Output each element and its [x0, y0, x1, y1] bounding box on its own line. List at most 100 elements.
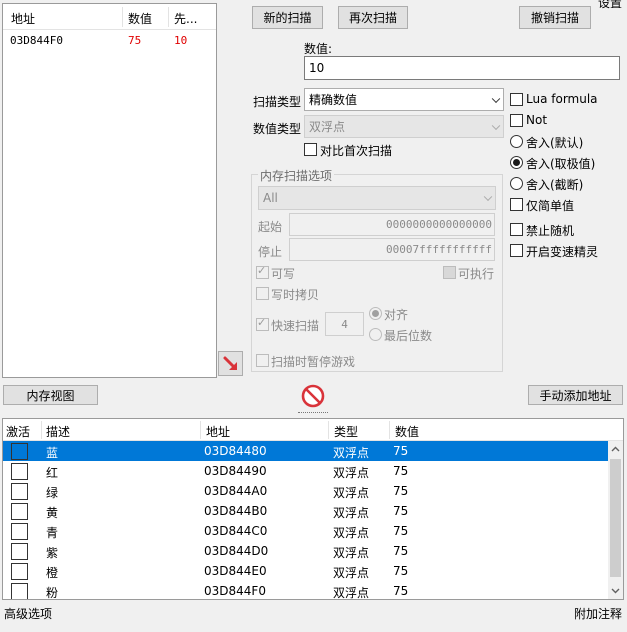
- row-description: 橙: [46, 566, 59, 580]
- scroll-thumb[interactable]: [610, 459, 621, 577]
- row-value: 75: [393, 504, 409, 518]
- row-address: 03D844D0: [204, 544, 269, 558]
- next-scan-button[interactable]: 再次扫描: [338, 6, 408, 29]
- round-truncate-label: 舍入(截断): [526, 178, 584, 192]
- executable-checkbox[interactable]: [443, 266, 456, 279]
- chevron-down-icon: [491, 121, 501, 130]
- table-row[interactable]: 粉 03D844F0 双浮点 75: [3, 581, 608, 600]
- table-row[interactable]: 紫 03D844D0 双浮点 75: [3, 541, 608, 561]
- header-value[interactable]: 数值: [128, 10, 152, 27]
- compare-first-checkbox[interactable]: [304, 143, 317, 156]
- new-scan-button[interactable]: 新的扫描: [252, 6, 323, 29]
- table-row[interactable]: 绿 03D844A0 双浮点 75: [3, 481, 608, 501]
- table-row[interactable]: 红 03D84490 双浮点 75: [3, 461, 608, 481]
- active-checkbox[interactable]: [11, 523, 28, 540]
- fast-scan-input[interactable]: 4: [325, 312, 364, 336]
- row-description: 黄: [46, 506, 59, 520]
- row-address: 03D844C0: [204, 524, 268, 538]
- speed-hack-checkbox[interactable]: [510, 244, 523, 257]
- start-label: 起始: [258, 220, 283, 234]
- table-row[interactable]: 蓝 03D84480 双浮点 75: [3, 441, 608, 461]
- row-type: 双浮点: [333, 526, 370, 540]
- memory-region-value: All: [263, 191, 278, 205]
- scroll-up-button[interactable]: [608, 441, 623, 457]
- row-type: 双浮点: [333, 486, 370, 500]
- fast-scan-checkbox[interactable]: [256, 316, 269, 331]
- simple-value-checkbox[interactable]: [510, 198, 523, 211]
- header-type[interactable]: 类型: [334, 423, 358, 440]
- stop-address-input[interactable]: 00007fffffffffff: [289, 238, 495, 261]
- scroll-down-button[interactable]: [608, 583, 623, 599]
- start-address-input[interactable]: 0000000000000000: [289, 213, 495, 236]
- active-checkbox[interactable]: [11, 503, 28, 520]
- settings-link[interactable]: 设置: [598, 0, 622, 11]
- no-entry-icon: [301, 384, 325, 408]
- row-description: 粉: [46, 586, 59, 600]
- scan-type-value: 精确数值: [309, 93, 358, 107]
- copy-on-write-checkbox[interactable]: [256, 287, 269, 300]
- row-address: 03D844B0: [204, 504, 268, 518]
- active-checkbox[interactable]: [11, 563, 28, 580]
- active-checkbox[interactable]: [11, 463, 28, 480]
- advanced-options-link[interactable]: 高级选项: [4, 605, 52, 622]
- add-address-manually-button[interactable]: 手动添加地址: [528, 385, 623, 405]
- header-address[interactable]: 地址: [11, 10, 35, 27]
- row-address: 03D844F0: [204, 584, 266, 598]
- row-description: 绿: [46, 486, 59, 500]
- no-random-checkbox[interactable]: [510, 223, 523, 236]
- round-extreme-radio[interactable]: [510, 156, 523, 169]
- row-address: 03D844E0: [204, 564, 267, 578]
- chevron-down-icon: [491, 94, 501, 103]
- table-comments-link[interactable]: 附加注释: [574, 605, 622, 622]
- clear-list-button[interactable]: [300, 383, 326, 409]
- table-row[interactable]: 黄 03D844B0 双浮点 75: [3, 501, 608, 521]
- align-label: 对齐: [384, 308, 409, 322]
- active-checkbox[interactable]: [11, 583, 28, 599]
- chevron-up-icon: [611, 446, 620, 452]
- writable-checkbox[interactable]: [256, 264, 269, 279]
- add-to-list-arrow-button[interactable]: [218, 351, 243, 376]
- active-checkbox[interactable]: [11, 543, 28, 560]
- pause-game-checkbox[interactable]: [256, 354, 269, 367]
- header-address[interactable]: 地址: [206, 423, 230, 440]
- value-type-select[interactable]: 双浮点: [304, 115, 504, 138]
- header-value[interactable]: 数值: [395, 423, 419, 440]
- vertical-scrollbar[interactable]: [608, 441, 623, 599]
- address-list-header: 激活 描述 地址 类型 数值: [3, 419, 623, 441]
- row-type: 双浮点: [333, 586, 370, 600]
- header-previous[interactable]: 先...: [174, 10, 197, 27]
- not-checkbox[interactable]: [510, 114, 523, 127]
- scan-type-select[interactable]: 精确数值: [304, 88, 504, 111]
- value-type-value: 双浮点: [309, 120, 346, 134]
- align-radio[interactable]: [369, 307, 382, 320]
- table-row[interactable]: 青 03D844C0 双浮点 75: [3, 521, 608, 541]
- splitter-grip[interactable]: [298, 412, 328, 415]
- active-checkbox[interactable]: [11, 483, 28, 500]
- address-list[interactable]: 激活 描述 地址 类型 数值 蓝 03D84480 双浮点 75 红 03D84…: [2, 418, 624, 600]
- header-description[interactable]: 描述: [46, 423, 70, 440]
- chevron-down-icon: [611, 588, 620, 594]
- row-value: 75: [393, 464, 409, 478]
- row-value: 75: [393, 564, 409, 578]
- memory-view-button[interactable]: 内存视图: [3, 385, 98, 405]
- table-row[interactable]: 橙 03D844E0 双浮点 75: [3, 561, 608, 581]
- undo-scan-button[interactable]: 撤销扫描: [519, 6, 591, 29]
- result-row[interactable]: 03D844F0 75 10: [3, 32, 216, 50]
- compare-first-label: 对比首次扫描: [320, 144, 393, 158]
- lua-formula-checkbox[interactable]: [510, 93, 523, 106]
- value-input[interactable]: 10: [304, 56, 620, 80]
- memory-region-select[interactable]: All: [258, 186, 496, 210]
- last-digits-radio[interactable]: [369, 328, 382, 341]
- row-description: 青: [46, 526, 59, 540]
- round-truncate-radio[interactable]: [510, 177, 523, 190]
- executable-label: 可执行: [458, 267, 495, 281]
- writable-label: 可写: [271, 267, 296, 281]
- round-default-radio[interactable]: [510, 135, 523, 148]
- row-value: 75: [393, 584, 409, 598]
- active-checkbox[interactable]: [11, 443, 28, 460]
- row-type: 双浮点: [333, 466, 370, 480]
- row-type: 双浮点: [333, 506, 370, 520]
- header-active[interactable]: 激活: [6, 423, 30, 440]
- stop-label: 停止: [258, 245, 283, 259]
- scan-results-list[interactable]: 地址 数值 先... 03D844F0 75 10: [2, 3, 217, 378]
